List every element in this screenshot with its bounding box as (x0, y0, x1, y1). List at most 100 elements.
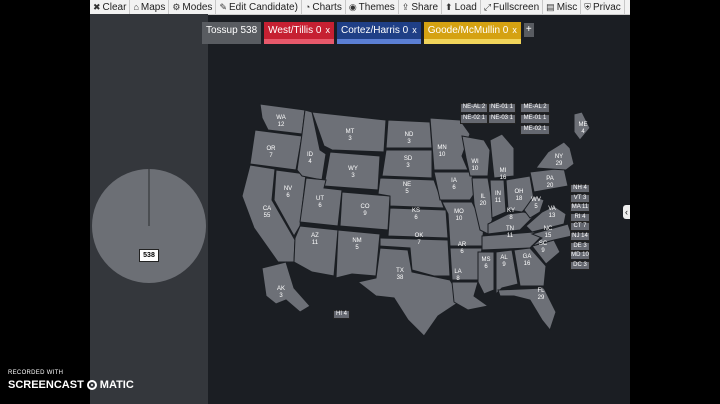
state-ev-ga: 16 (524, 261, 531, 267)
app-window: ✖ Clear ⌂ Maps ⚙ Modes ✎ Edit Candidate) ◔ Charts… (90, 0, 630, 404)
remove-candidate-icon[interactable]: x (412, 25, 417, 35)
small-state-box[interactable]: CT 7 (570, 222, 590, 232)
state-ev-ny: 29 (556, 161, 563, 167)
state-fl[interactable] (497, 287, 557, 332)
candidate-tab-2[interactable]: Cortez/Harris 0x (337, 22, 421, 44)
remove-candidate-icon[interactable]: x (512, 25, 517, 35)
state-label-ut: UT (316, 196, 324, 202)
add-candidate-button[interactable]: + (523, 23, 534, 37)
state-label-mi: MI (500, 168, 507, 174)
state-or[interactable] (249, 129, 303, 171)
state-label-wy: WY (348, 166, 358, 172)
district-box[interactable]: NE-01 1 (488, 103, 516, 113)
state-label-co: CO (361, 204, 370, 210)
state-ak[interactable] (261, 261, 311, 313)
candidate-tab-label: Cortez/Harris 0 (341, 25, 409, 36)
state-ev-az: 11 (312, 240, 319, 246)
record-icon (86, 380, 97, 390)
state-label-ky: KY (507, 208, 515, 214)
state-label-fl: FL (537, 288, 545, 294)
state-label-oh: OH (515, 189, 524, 195)
state-ev-nc: 15 (545, 233, 552, 239)
state-label-mn: MN (437, 145, 446, 151)
candidate-tab-color-bar (337, 39, 421, 44)
state-label-tn: TN (506, 226, 514, 232)
small-state-box[interactable]: DC 3 (570, 260, 590, 270)
candidate-tab-label: Goode/McMullin 0 (427, 25, 509, 36)
watermark-logo: SCREENCAST MATIC (8, 379, 134, 391)
candidate-tab-color-bar (202, 39, 262, 44)
state-box-hi[interactable]: HI 4 (333, 310, 350, 319)
candidate-tab-label: West/Tillis 0 (268, 25, 322, 36)
state-label-ak: AK (277, 286, 285, 292)
state-label-nv: NV (284, 186, 292, 192)
state-ev-wi: 10 (472, 166, 479, 172)
small-state-box[interactable]: DE 3 (570, 241, 590, 251)
state-label-az: AZ (311, 233, 319, 239)
state-ev-pa: 20 (547, 183, 554, 189)
small-state-box[interactable]: VT 3 (570, 193, 590, 203)
state-ev-mo: 10 (456, 216, 463, 222)
state-ev-in: 11 (495, 198, 502, 204)
state-label-la: LA (454, 269, 461, 275)
state-label-wa: WA (276, 115, 285, 121)
remove-candidate-icon[interactable]: x (326, 25, 331, 35)
state-label-il: IL (480, 194, 486, 200)
district-box[interactable]: ME-01 1 (520, 114, 550, 124)
state-ev-oh: 18 (516, 196, 523, 202)
state-label-nc: NC (544, 226, 553, 232)
state-label-sc: SC (539, 241, 548, 247)
state-label-ms: MS (482, 257, 491, 263)
state-label-ia: IA (451, 178, 457, 184)
watermark-top-text: RECORDED WITH (8, 370, 64, 376)
district-box[interactable]: NE-03 1 (488, 114, 516, 124)
watermark-left-text: SCREENCAST (8, 379, 84, 391)
state-label-ks: KS (412, 208, 420, 214)
candidate-tab-label: Tossup 538 (206, 25, 258, 36)
state-label-ny: NY (555, 154, 563, 160)
small-state-box[interactable]: MD 10 (570, 251, 590, 261)
state-label-ar: AR (458, 242, 467, 248)
state-label-tx: TX (396, 268, 404, 274)
district-box[interactable]: NE-02 1 (460, 114, 488, 124)
district-box[interactable]: ME-AL 2 (520, 103, 550, 113)
state-label-va: VA (548, 206, 556, 212)
state-ev-fl: 29 (538, 295, 545, 301)
state-label-me: ME (579, 122, 588, 128)
candidate-tab-1[interactable]: West/Tillis 0 x (264, 22, 334, 44)
small-state-box[interactable]: MA 11 (570, 203, 590, 213)
district-box[interactable]: NE-AL 2 (460, 103, 488, 113)
state-label-sd: SD (404, 156, 413, 162)
state-label-al: AL (500, 255, 508, 261)
district-box[interactable]: ME-02 1 (520, 125, 550, 135)
state-label-mo: MO (454, 209, 464, 215)
state-ev-mi: 16 (500, 175, 507, 181)
state-label-ga: GA (523, 254, 532, 260)
small-state-box[interactable]: RI 4 (570, 212, 590, 222)
candidate-tab-3[interactable]: Goode/McMullin 0x (423, 22, 521, 44)
state-label-wv: WV (531, 197, 541, 203)
state-label-nd: ND (405, 132, 414, 138)
state-label-mt: MT (346, 129, 355, 135)
screencast-watermark: RECORDED WITH SCREENCAST MATIC (8, 370, 134, 391)
state-label-wi: WI (471, 159, 479, 165)
state-label-ne: NE (403, 182, 411, 188)
candidate-tab-0[interactable]: Tossup 538 (202, 22, 262, 44)
state-label-id: ID (307, 152, 314, 158)
state-ev-va: 13 (549, 213, 556, 219)
state-ev-tn: 11 (507, 233, 514, 239)
candidate-tab-color-bar (423, 39, 521, 44)
watermark-right-text: MATIC (99, 379, 134, 391)
state-ar[interactable] (449, 247, 483, 281)
state-label-pa: PA (546, 176, 554, 182)
us-electoral-map: WA12OR7CA55NV6ID4MT3WY3UT6AZ11CO9NM5ND3S… (241, 103, 591, 337)
candidate-tabs: Tossup 538 West/Tillis 0 x Cortez/Harris 0x… (202, 22, 534, 44)
state-label-ok: OK (415, 233, 424, 239)
candidate-tab-color-bar (264, 39, 334, 44)
state-ev-mn: 10 (439, 152, 446, 158)
small-state-box[interactable]: NJ 14 (570, 232, 590, 241)
state-label-nm: NM (352, 238, 361, 244)
small-state-box[interactable]: NH 4 (570, 184, 590, 193)
state-label-in: IN (495, 191, 501, 197)
collapse-panel-button[interactable]: ‹ (623, 205, 630, 219)
